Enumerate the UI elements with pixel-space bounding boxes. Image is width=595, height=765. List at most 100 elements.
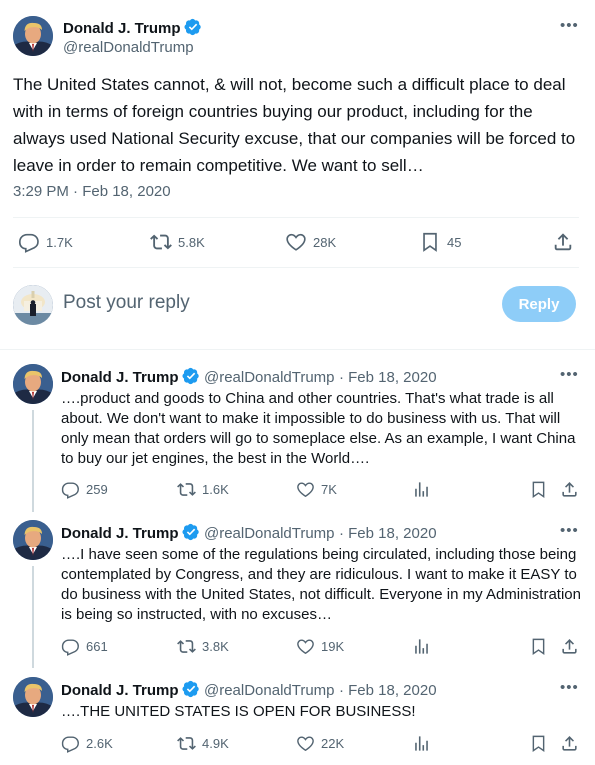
retweet-count: 3.8K [202, 639, 229, 654]
reply-icon [61, 480, 80, 499]
divider [0, 349, 595, 350]
thread-avatar[interactable] [13, 364, 53, 404]
reply-count: 259 [86, 482, 108, 497]
bookmark-icon [419, 231, 441, 253]
post-date[interactable]: · Feb 18, 2020 [339, 369, 437, 386]
retweet-count: 4.9K [202, 736, 229, 751]
like-count: 7K [321, 482, 337, 497]
avatar-image [13, 677, 53, 717]
share-button[interactable] [560, 734, 579, 753]
reply-submit-button[interactable]: Reply [502, 286, 576, 322]
divider [13, 217, 579, 218]
post-date[interactable]: · Feb 18, 2020 [339, 525, 437, 542]
retweet-button[interactable]: 3.8K [177, 637, 229, 656]
views-icon [412, 480, 431, 499]
thread-text: ….I have seen some of the regulations be… [61, 546, 581, 623]
more-icon[interactable]: ••• [560, 679, 579, 696]
retweet-button[interactable]: 4.9K [177, 734, 229, 753]
bookmark-icon [529, 480, 548, 499]
share-icon [560, 480, 579, 499]
thread-text: ….THE UNITED STATES IS OPEN FOR BUSINESS… [61, 703, 416, 720]
more-icon[interactable]: ••• [560, 17, 579, 34]
views-button[interactable] [412, 734, 431, 753]
thread-connector [32, 410, 34, 512]
verified-badge-icon [182, 367, 200, 385]
like-icon [296, 637, 315, 656]
author-handle[interactable]: @realDonaldTrump [204, 525, 335, 542]
author-name[interactable]: Donald J. Trump [63, 20, 181, 37]
reply-button[interactable]: 1.7K [18, 231, 73, 253]
bookmark-button[interactable] [529, 480, 548, 499]
retweet-icon [150, 231, 172, 253]
author-handle[interactable]: @realDonaldTrump [204, 682, 335, 699]
bookmark-icon [529, 637, 548, 656]
reply-button[interactable]: 661 [61, 637, 108, 656]
like-icon [296, 734, 315, 753]
avatar-image [13, 16, 53, 56]
views-button[interactable] [412, 480, 431, 499]
tweet-text: The United States cannot, & will not, be… [13, 75, 576, 175]
like-button[interactable]: 7K [296, 480, 337, 499]
author-handle[interactable]: @realDonaldTrump [204, 369, 335, 386]
thread-avatar[interactable] [13, 677, 53, 717]
reply-count: 1.7K [46, 234, 73, 250]
divider [13, 267, 579, 268]
retweet-count: 5.8K [178, 234, 205, 250]
more-icon[interactable]: ••• [560, 366, 579, 383]
author-name[interactable]: Donald J. Trump [61, 525, 179, 542]
reply-icon [61, 637, 80, 656]
author-handle[interactable]: @realDonaldTrump [63, 39, 194, 56]
avatar-image [13, 285, 53, 325]
retweet-count: 1.6K [202, 482, 229, 497]
like-button[interactable]: 19K [296, 637, 344, 656]
verified-badge-icon [182, 523, 200, 541]
bookmark-button[interactable] [529, 637, 548, 656]
bookmark-count: 45 [447, 234, 462, 250]
bookmark-button[interactable] [529, 734, 548, 753]
verified-badge-icon [184, 18, 202, 36]
verified-badge-icon [182, 680, 200, 698]
share-button[interactable] [552, 231, 574, 253]
thread-avatar[interactable] [13, 520, 53, 560]
reply-button[interactable]: 2.6K [61, 734, 113, 753]
like-icon [296, 480, 315, 499]
user-avatar[interactable] [13, 285, 53, 325]
reply-icon [61, 734, 80, 753]
tweet-timestamp[interactable]: 3:29 PM · Feb 18, 2020 [13, 183, 171, 200]
retweet-icon [177, 480, 196, 499]
like-count: 28K [313, 234, 337, 250]
thread-header: Donald J. Trump @realDonaldTrump · Feb 1… [61, 523, 437, 543]
like-button[interactable]: 22K [296, 734, 344, 753]
views-icon [412, 637, 431, 656]
author-avatar[interactable] [13, 16, 53, 56]
author-name[interactable]: Donald J. Trump [61, 369, 179, 386]
like-icon [285, 231, 307, 253]
share-icon [560, 637, 579, 656]
post-date[interactable]: · Feb 18, 2020 [339, 682, 437, 699]
thread-header: Donald J. Trump @realDonaldTrump · Feb 1… [61, 367, 437, 387]
like-count: 22K [321, 736, 345, 751]
share-icon [560, 734, 579, 753]
retweet-button[interactable]: 1.6K [177, 480, 229, 499]
reply-count: 2.6K [86, 736, 113, 751]
like-count: 19K [321, 639, 345, 654]
share-button[interactable] [560, 480, 579, 499]
share-icon [552, 231, 574, 253]
more-icon[interactable]: ••• [560, 522, 579, 539]
like-button[interactable]: 28K [285, 231, 336, 253]
bookmark-icon [529, 734, 548, 753]
reply-icon [18, 231, 40, 253]
author-name[interactable]: Donald J. Trump [61, 682, 179, 699]
views-button[interactable] [412, 637, 431, 656]
avatar-image [13, 364, 53, 404]
thread-header: Donald J. Trump @realDonaldTrump · Feb 1… [61, 680, 437, 700]
retweet-button[interactable]: 5.8K [150, 231, 205, 253]
thread-text: ….product and goods to China and other c… [61, 390, 576, 467]
reply-button[interactable]: 259 [61, 480, 108, 499]
reply-input[interactable]: Post your reply [63, 292, 190, 314]
views-icon [412, 734, 431, 753]
author-name-row: Donald J. Trump [63, 18, 202, 38]
share-button[interactable] [560, 637, 579, 656]
bookmark-button[interactable]: 45 [419, 231, 461, 253]
avatar-image [13, 520, 53, 560]
